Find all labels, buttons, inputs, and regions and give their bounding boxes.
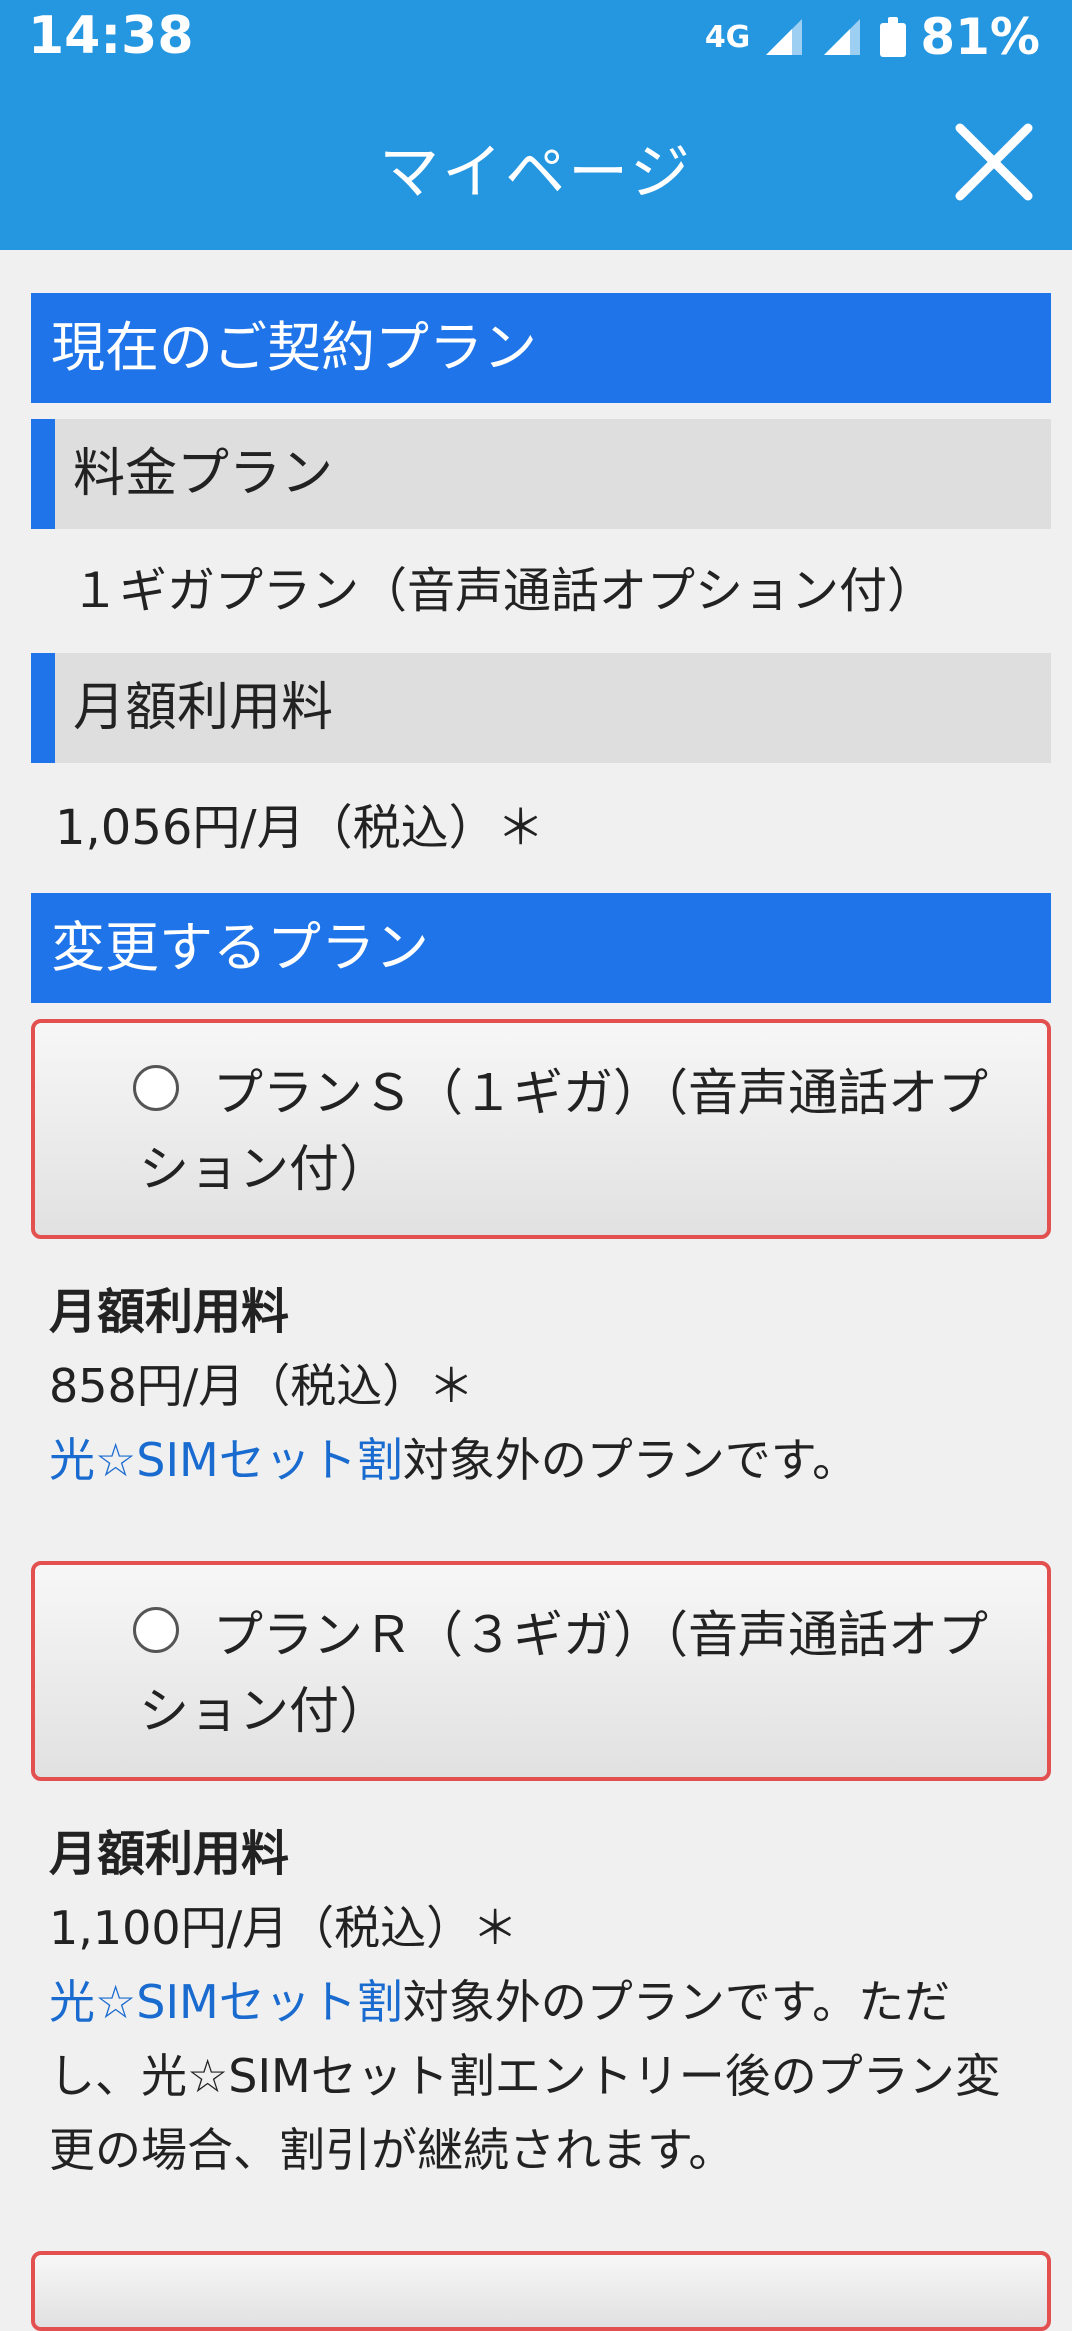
radio-button[interactable] <box>133 1607 179 1653</box>
battery-level: 81% <box>920 8 1040 66</box>
fee-label: 月額利用料 <box>31 653 1051 763</box>
plan-label: 料金プラン <box>31 419 1051 529</box>
fee-label: 月額利用料 <box>49 1826 290 1882</box>
status-icons: 4G 81% <box>705 8 1040 66</box>
sim-set-discount-link[interactable]: 光☆SIMセット割 <box>49 1433 403 1487</box>
plan-details: 月額利用料 858円/月（税込）＊ 光☆SIMセット割対象外のプランです。 <box>31 1239 1051 1561</box>
change-plan-header: 変更するプラン <box>31 893 1051 1003</box>
fee-value: 858円/月（税込）＊ <box>49 1359 475 1413</box>
fee-label: 月額利用料 <box>49 1284 290 1340</box>
app-bar: マイページ <box>0 82 1072 250</box>
sim-set-discount-link[interactable]: 光☆SIMセット割 <box>49 1975 403 2029</box>
plan-note: 光☆SIMセット割対象外のプランです。ただし、光☆SIMセット割エントリー後のプ… <box>49 1965 1033 2187</box>
signal-icon <box>824 19 861 55</box>
main-content: 現在のご契約プラン 料金プラン １ギガプラン（音声通話オプション付） 月額利用料… <box>31 293 1051 2331</box>
status-bar: 14:38 4G 81% <box>0 0 1072 82</box>
plan-option-r[interactable]: プランＲ（３ギガ）（音声通話オプション付） <box>31 1561 1051 1781</box>
plan-option-next[interactable] <box>31 2251 1051 2331</box>
current-fee-value: 1,056円/月（税込）＊ <box>55 800 545 856</box>
current-plan-header: 現在のご契約プラン <box>31 293 1051 403</box>
battery-icon <box>880 17 907 57</box>
plan-option-label: プランＳ（１ギガ）（音声通話オプション付） <box>139 1064 988 1198</box>
plan-details: 月額利用料 1,100円/月（税込）＊ 光☆SIMセット割対象外のプランです。た… <box>31 1781 1051 2251</box>
plan-option-label: プランＲ（３ギガ）（音声通話オプション付） <box>139 1606 988 1740</box>
plan-note-text: 対象外のプランです。 <box>402 1433 859 1487</box>
fee-value: 1,100円/月（税込）＊ <box>49 1901 519 1955</box>
plan-option-s[interactable]: プランＳ（１ギガ）（音声通話オプション付） <box>31 1019 1051 1239</box>
status-time: 14:38 <box>28 6 194 66</box>
close-icon[interactable] <box>952 120 1036 204</box>
plan-note: 光☆SIMセット割対象外のプランです。 <box>49 1423 1033 1497</box>
page-title: マイページ <box>379 138 693 208</box>
network-type: 4G <box>704 19 751 55</box>
signal-icon <box>766 19 803 55</box>
current-plan-value: １ギガプラン（音声通話オプション付） <box>71 563 936 619</box>
radio-button[interactable] <box>133 1065 179 1111</box>
